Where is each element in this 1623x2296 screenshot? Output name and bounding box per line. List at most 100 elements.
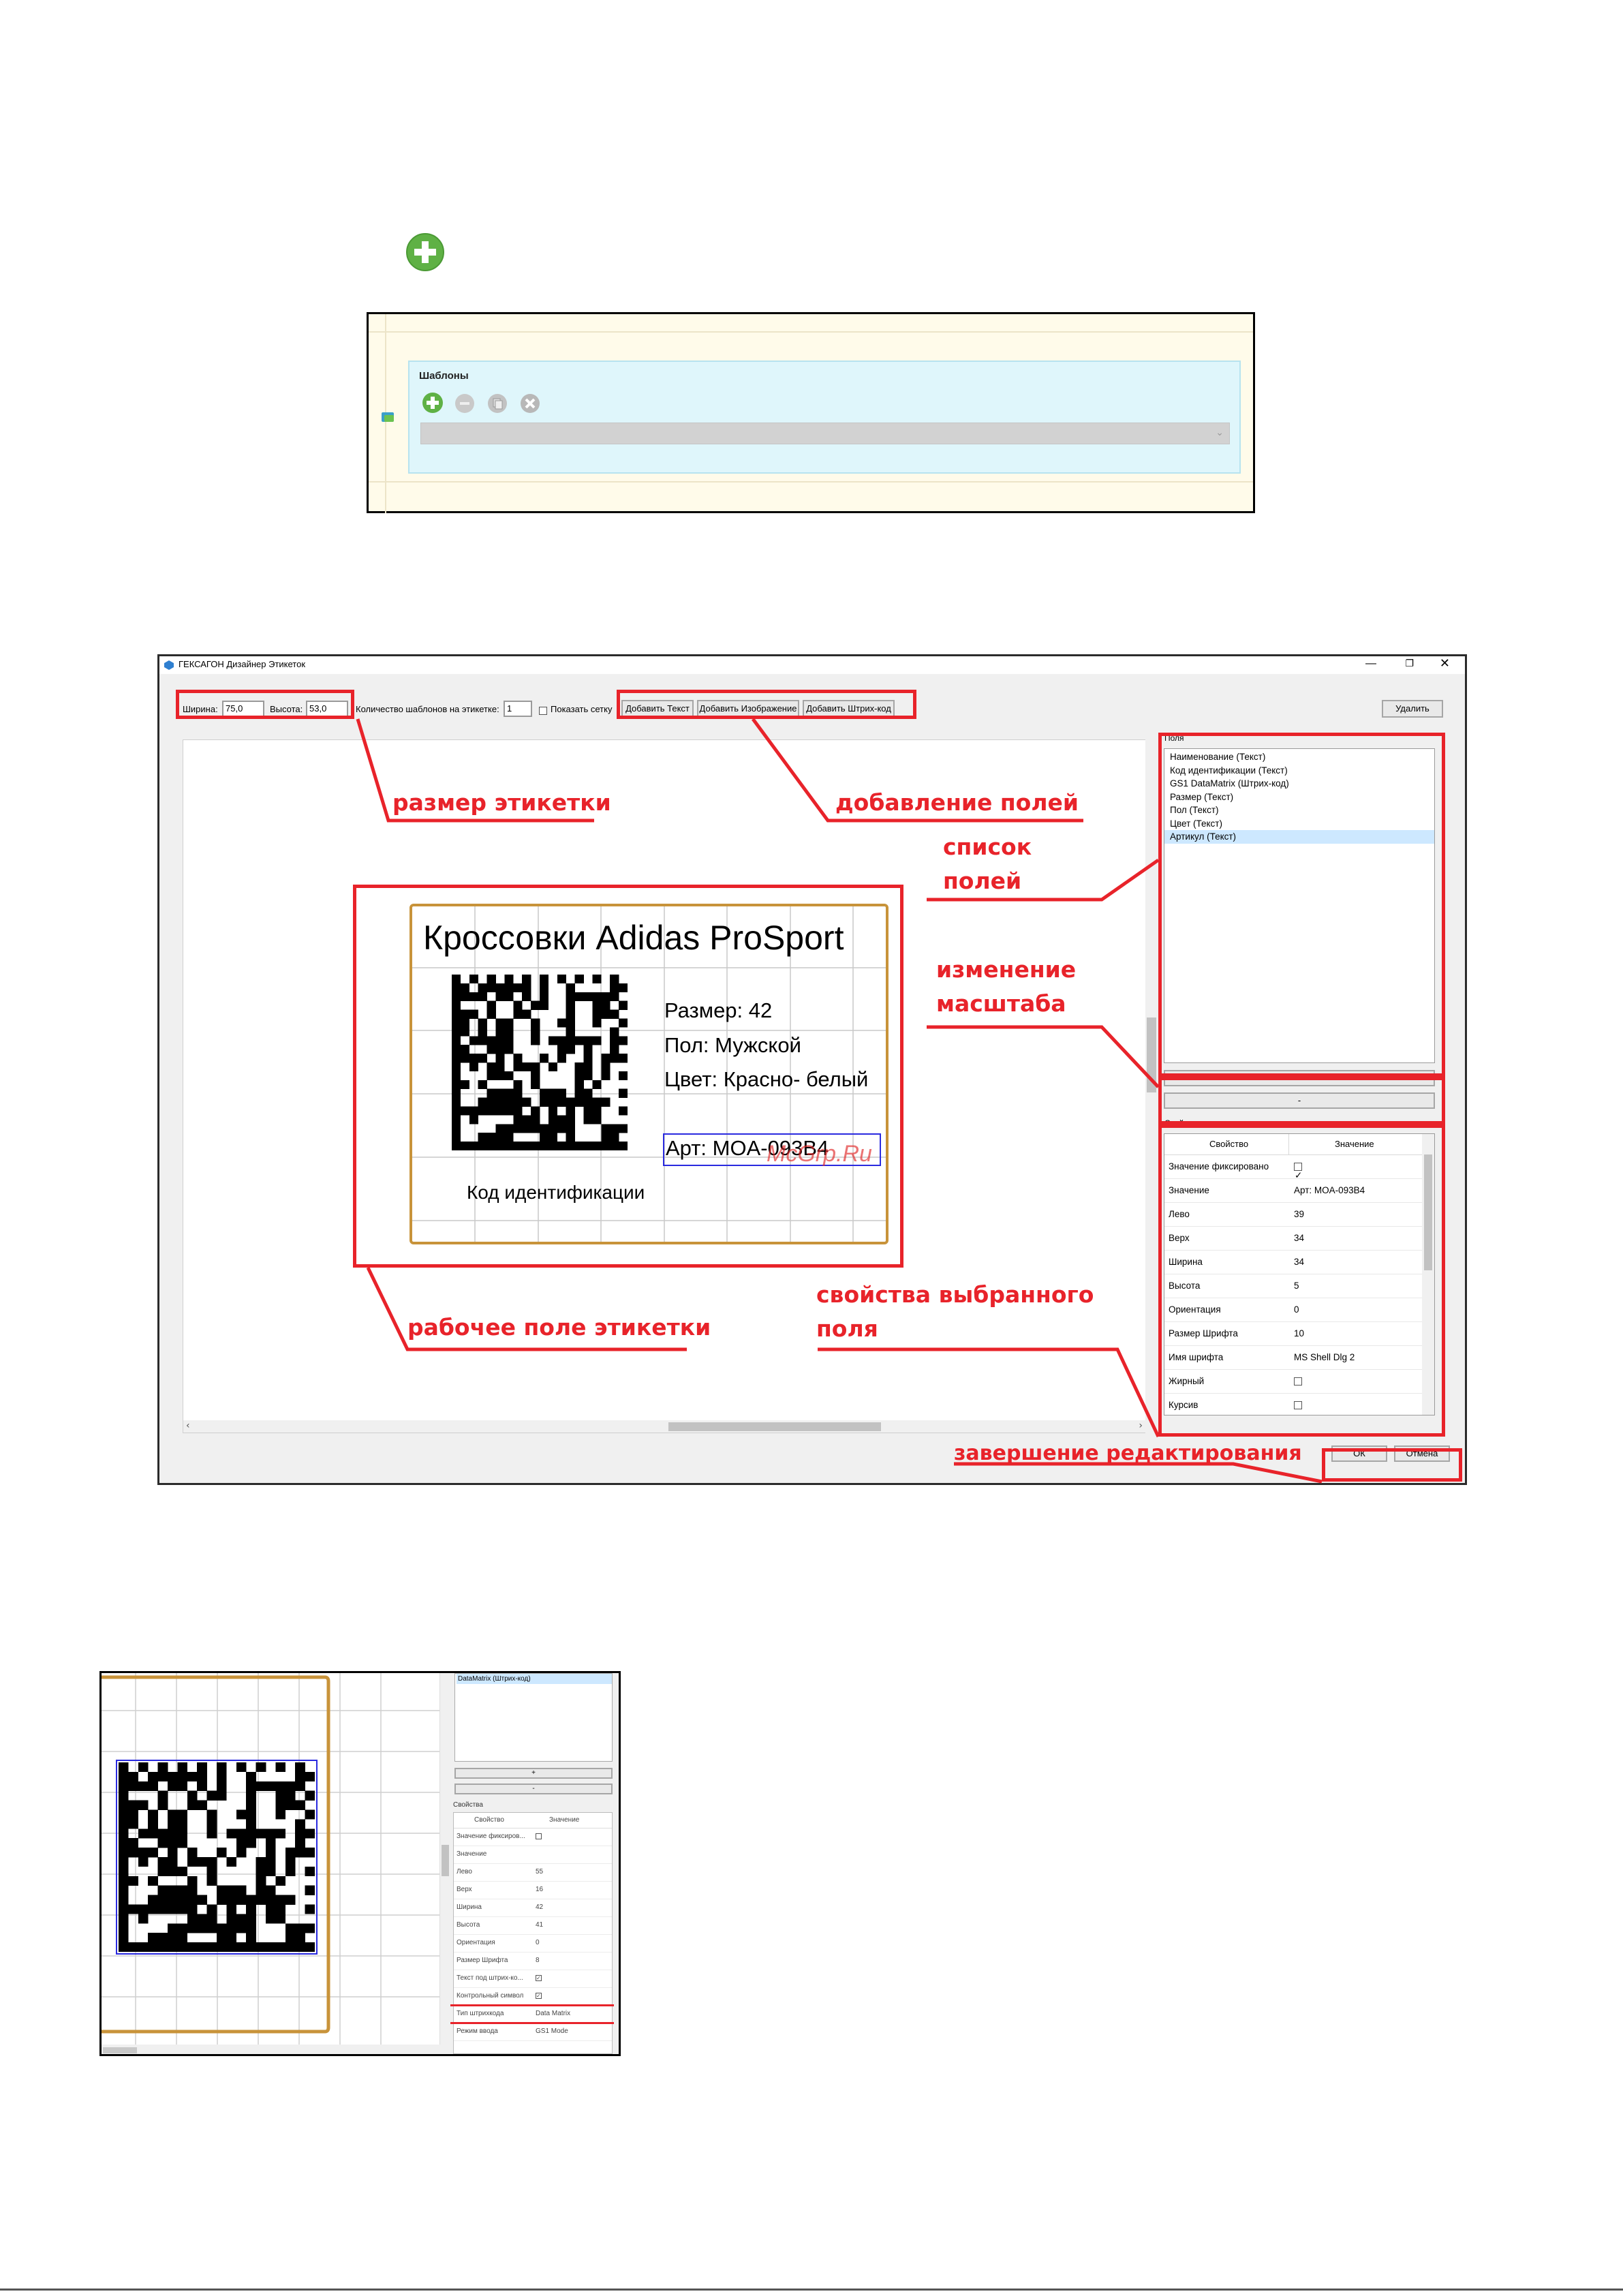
detail-property-row[interactable]: Значение [454,1846,612,1864]
barcode-module [236,1762,247,1773]
barcode-module [168,1809,178,1820]
checkbox-unchecked[interactable] [536,1833,542,1839]
barcode-module [157,1885,168,1895]
barcode-module [177,1828,188,1839]
barcode-module [187,1923,198,1933]
barcode-module [187,1942,198,1952]
barcode-module [168,1923,178,1933]
barcode-module [157,1857,168,1867]
barcode-module [197,1781,207,1791]
barcode-module [138,1857,149,1867]
barcode-module [305,1790,315,1801]
barcode-module [236,1923,247,1933]
annotation-finish: завершение редактирования [954,1441,1302,1465]
barcode-module [275,1904,286,1914]
detail-property-row[interactable]: Контрольный символ ✓ [454,1987,612,2006]
barcode-module [119,1809,129,1820]
barcode-module [197,1857,207,1867]
barcode-module [285,1790,296,1801]
barcode-module [177,1809,188,1820]
page-bottom-rule [0,2289,1623,2291]
barcode-module [119,1771,129,1782]
barcode-module [217,1762,227,1773]
barcode-module [236,1809,247,1820]
barcode-module [119,1828,129,1839]
barcode-module [148,1933,158,1943]
annotation-props-1: свойства выбранного [816,1281,1094,1308]
barcode-module [148,1828,158,1839]
barcode-module [157,1942,168,1952]
detail-property-row[interactable]: Лево 55 [454,1863,612,1882]
barcode-module [138,1942,149,1952]
barcode-module [275,1800,286,1810]
barcode-module [197,1800,207,1810]
barcode-module [295,1819,305,1829]
detail-property-row[interactable]: Высота 41 [454,1916,612,1935]
barcode-module [256,1828,266,1839]
barcode-module [246,1838,256,1848]
annotation-workspace: рабочее поле этикетки [407,1314,711,1341]
barcode-module [187,1895,198,1905]
detail-property-row[interactable]: Размер Шрифта 8 [454,1952,612,1970]
barcode-module [148,1876,158,1886]
detail-zoom-in[interactable]: + [454,1768,613,1779]
detail-hscroll-thumb[interactable] [103,2047,137,2053]
barcode-module [206,1857,217,1867]
detail-fields-list[interactable]: DataMatrix (Штрих-код) [454,1673,613,1762]
annotation-fields-list-1: список [943,833,1032,860]
barcode-module [226,1885,237,1895]
detail-field-item[interactable]: DataMatrix (Штрих-код) [457,1674,612,1684]
barcode-module [168,1942,178,1952]
detail-property-row[interactable]: Верх 16 [454,1881,612,1899]
barcode-module [168,1771,178,1782]
barcode-module [168,1904,178,1914]
barcode-module [246,1933,256,1943]
detail-properties-table[interactable]: Свойство Значение Значение фиксиров... З… [453,1812,613,2054]
barcode-module [285,1942,296,1952]
detail-property-row[interactable]: Текст под штрих-ко... ✓ [454,1970,612,1988]
barcode-module [256,1781,266,1791]
detail-property-row[interactable]: Ширина 42 [454,1899,612,1917]
detail-property-row[interactable]: Значение фиксиров... [454,1828,612,1846]
detail-properties-title: Свойства [453,1801,483,1809]
detail-prop-header-key: Свойство [474,1816,504,1824]
detail-property-row[interactable]: Режим ввода GS1 Mode [454,2023,612,2041]
detail-property-row[interactable]: Ориентация 0 [454,1934,612,1953]
barcode-module [148,1771,158,1782]
barcode-module [246,1781,256,1791]
barcode-module [177,1904,188,1914]
checkbox-checked[interactable]: ✓ [536,1992,542,1999]
detail-zoom-out[interactable]: - [454,1784,613,1794]
barcode-module [138,1781,149,1791]
detail-hscrollbar[interactable] [102,2045,450,2054]
barcode-module [128,1819,139,1829]
barcode-module [295,1923,305,1933]
detail-vscroll-thumb[interactable] [442,1845,449,1876]
detail-highlight-mode [450,2022,614,2024]
detail-screenshot: DataMatrix (Штрих-код) + - Свойства Свой… [99,1671,621,2056]
barcode-module [246,1914,256,1924]
barcode-module [275,1790,286,1801]
barcode-module [226,1923,237,1933]
detail-vscrollbar[interactable] [439,1673,451,2045]
barcode-module [275,1828,286,1839]
barcode-module [197,1895,207,1905]
barcode-module [119,1885,129,1895]
barcode-module [285,1848,296,1858]
barcode-module [119,1933,129,1943]
barcode-module [266,1848,276,1858]
barcode-module [119,1781,129,1791]
barcode-module [217,1885,227,1895]
barcode-module [168,1819,178,1829]
barcode-module [256,1895,266,1905]
detail-barcode-selection[interactable] [116,1760,318,1955]
barcode-module [305,1809,315,1820]
barcode-module [236,1848,247,1858]
barcode-module [119,1914,129,1924]
barcode-module [206,1866,217,1877]
checkbox-checked[interactable]: ✓ [536,1974,542,1981]
barcode-module [128,1838,139,1848]
barcode-module [148,1819,158,1829]
detail-property-row[interactable]: Тип штрихкода Data Matrix [454,2005,612,2023]
barcode-module [236,1914,247,1924]
